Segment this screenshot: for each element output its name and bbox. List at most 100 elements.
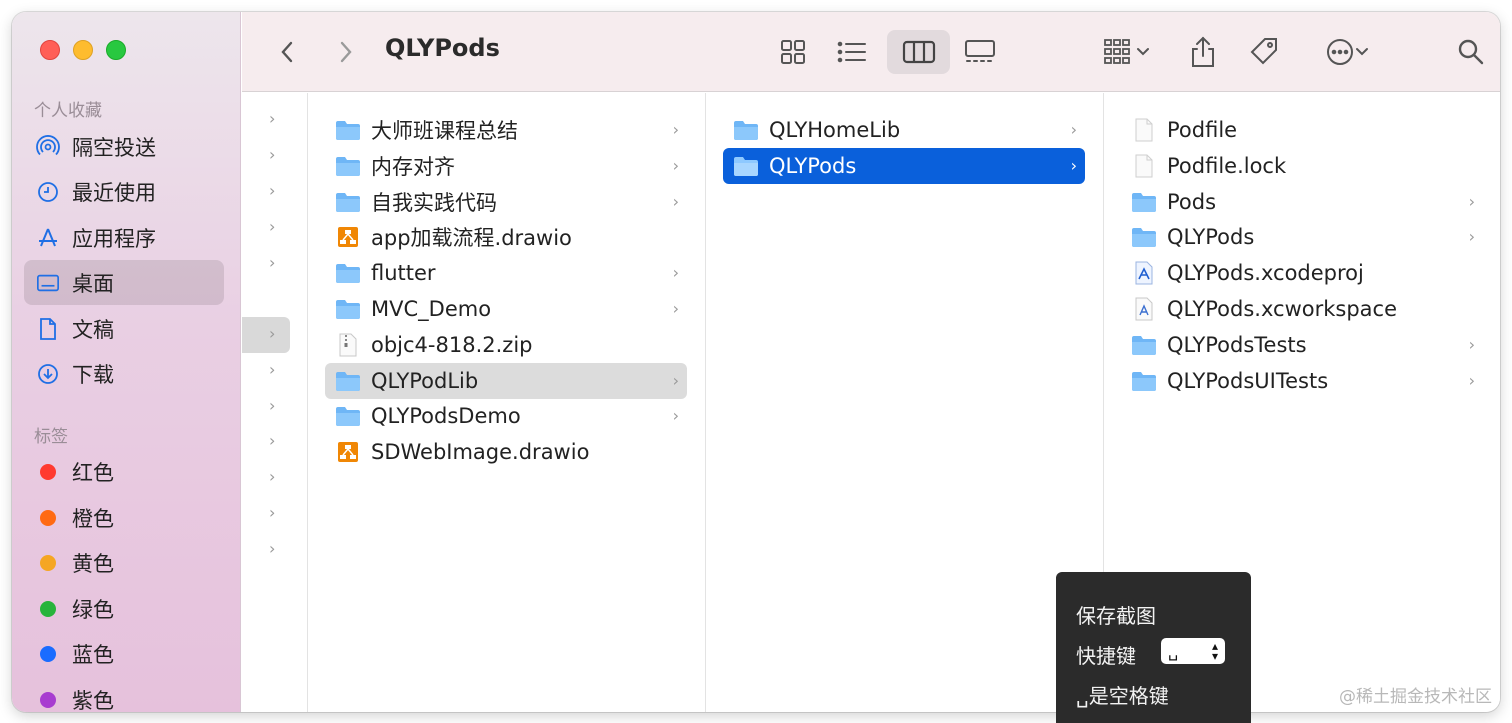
group-by-button[interactable] bbox=[1097, 30, 1157, 74]
sidebar-tag-blue[interactable]: 蓝色 bbox=[24, 631, 224, 676]
item-name: Podfile.lock bbox=[1167, 153, 1287, 178]
selected-row-highlight[interactable] bbox=[242, 317, 290, 353]
sidebar-item-desktop[interactable]: 桌面 bbox=[24, 260, 224, 305]
drawio-file-icon bbox=[335, 226, 361, 248]
shortcut-hint: ␣是空格键 bbox=[1076, 684, 1169, 708]
list-view-button[interactable] bbox=[832, 30, 872, 74]
gallery-icon bbox=[965, 40, 995, 62]
chevron-right-icon: › bbox=[269, 396, 276, 415]
sidebar-item-airdrop[interactable]: 隔空投送 bbox=[24, 124, 224, 169]
up-down-chevron-icon: ▴ ▾ bbox=[1211, 639, 1218, 663]
close-window-button[interactable] bbox=[40, 40, 60, 60]
item-name: 大师班课程总结 bbox=[371, 119, 518, 143]
tag-color-dot bbox=[40, 691, 56, 708]
sidebar-tag-orange[interactable]: 橙色 bbox=[24, 495, 224, 540]
shortcut-select[interactable]: ␣ ▴ ▾ bbox=[1161, 638, 1225, 664]
zoom-window-button[interactable] bbox=[106, 40, 126, 60]
sidebar-item-label: 隔空投送 bbox=[72, 135, 156, 160]
item-name: Pods bbox=[1167, 189, 1217, 214]
item-name: objc4-818.2.zip bbox=[371, 332, 533, 357]
save-screenshot-button[interactable]: 保存截图 bbox=[1076, 600, 1156, 629]
chevron-left-icon bbox=[281, 41, 293, 63]
more-actions-button[interactable] bbox=[1317, 30, 1377, 74]
download-icon bbox=[36, 362, 60, 386]
item-name: QLYPods.xcworkspace bbox=[1167, 297, 1398, 321]
column-3: QLYHomeLib › QLYPods › bbox=[706, 93, 1104, 712]
tag-color-dot bbox=[40, 600, 56, 617]
chevron-right-icon: › bbox=[1070, 120, 1077, 139]
list-item[interactable]: QLYPodsTests › bbox=[1121, 327, 1483, 363]
sidebar-item-applications[interactable]: 应用程序 bbox=[24, 215, 224, 260]
chevron-right-icon: › bbox=[1070, 155, 1077, 175]
list-item[interactable]: QLYPods › bbox=[1121, 219, 1483, 255]
sidebar-tag-green[interactable]: 绿色 bbox=[24, 586, 224, 631]
tag-button[interactable] bbox=[1247, 30, 1281, 74]
minimize-window-button[interactable] bbox=[73, 40, 93, 60]
item-name: QLYPodsDemo bbox=[371, 404, 521, 429]
list-item[interactable]: Podfile.lock bbox=[1121, 148, 1483, 184]
chevron-right-icon: › bbox=[1468, 227, 1475, 247]
list-item[interactable]: QLYPods.xcworkspace bbox=[1121, 291, 1483, 327]
list-item[interactable]: Pods › bbox=[1121, 184, 1483, 220]
list-item[interactable]: QLYHomeLib › bbox=[723, 112, 1085, 148]
item-name: QLYHomeLib bbox=[769, 118, 901, 142]
item-name: MVC_Demo bbox=[371, 297, 492, 321]
folder-icon bbox=[335, 262, 361, 284]
sidebar-tag-label: 黄色 bbox=[72, 551, 114, 576]
sidebar: 个人收藏 隔空投送 最近使用 应用程序 桌面 文稿 下载 标签 红色 橙色 黄色… bbox=[12, 12, 241, 712]
list-item[interactable]: QLYPodLib › bbox=[325, 362, 687, 399]
list-item[interactable]: 内存对齐 › bbox=[325, 148, 687, 184]
list-item[interactable]: QLYPodsDemo › bbox=[325, 398, 687, 434]
list-item[interactable]: Podfile bbox=[1121, 112, 1483, 148]
list-item[interactable]: app加载流程.drawio bbox=[325, 219, 687, 255]
item-name: flutter bbox=[371, 261, 436, 286]
sidebar-tag-yellow[interactable]: 黄色 bbox=[24, 540, 224, 585]
chevron-right-icon: › bbox=[269, 109, 276, 128]
column-view-button[interactable] bbox=[887, 30, 950, 74]
folder-icon bbox=[335, 298, 361, 320]
sidebar-item-recents[interactable]: 最近使用 bbox=[24, 169, 224, 214]
chevron-right-icon: › bbox=[672, 370, 679, 390]
list-item[interactable]: 大师班课程总结 › bbox=[325, 112, 687, 148]
folder-icon bbox=[335, 370, 361, 392]
forward-button[interactable] bbox=[333, 30, 359, 74]
chevron-right-icon: › bbox=[269, 360, 276, 379]
item-name: QLYPodLib bbox=[371, 368, 479, 393]
tag-color-dot bbox=[40, 463, 56, 480]
chevron-right-icon: › bbox=[269, 539, 276, 558]
tag-color-dot bbox=[40, 509, 56, 526]
search-button[interactable] bbox=[1456, 30, 1486, 74]
applications-icon bbox=[36, 226, 60, 250]
list-item[interactable]: QLYPods.xcodeproj bbox=[1121, 255, 1483, 291]
share-button[interactable] bbox=[1188, 30, 1218, 74]
list-item[interactable]: QLYPodsUITests › bbox=[1121, 363, 1483, 399]
sidebar-item-downloads[interactable]: 下载 bbox=[24, 351, 224, 396]
list-item[interactable]: 自我实践代码 › bbox=[325, 184, 687, 220]
file-icon bbox=[1131, 118, 1157, 142]
back-button[interactable] bbox=[274, 30, 300, 74]
folder-icon bbox=[335, 191, 361, 213]
chevron-down-icon bbox=[1356, 48, 1368, 56]
folder-icon bbox=[1131, 191, 1157, 213]
group-icon bbox=[1104, 39, 1130, 64]
list-item[interactable]: MVC_Demo › bbox=[325, 291, 687, 327]
chevron-right-icon: › bbox=[672, 191, 679, 211]
list-item[interactable]: flutter › bbox=[325, 255, 687, 291]
screenshot-popup: 保存截图 快捷键 ␣ ▴ ▾ ␣是空格键 bbox=[1056, 572, 1251, 723]
list-item[interactable]: SDWebImage.drawio bbox=[325, 434, 687, 470]
icon-view-button[interactable] bbox=[775, 30, 811, 74]
sidebar-item-documents[interactable]: 文稿 bbox=[24, 306, 224, 351]
sidebar-tag-purple[interactable]: 紫色 bbox=[24, 677, 224, 712]
drawio-file-icon bbox=[335, 441, 361, 463]
item-name: QLYPodsTests bbox=[1167, 332, 1307, 357]
sidebar-tag-red[interactable]: 红色 bbox=[24, 449, 224, 494]
sidebar-tag-label: 红色 bbox=[72, 460, 114, 485]
favorites-section-title: 个人收藏 bbox=[34, 101, 102, 121]
gallery-view-button[interactable] bbox=[960, 30, 1000, 74]
folder-icon bbox=[335, 405, 361, 427]
list-item[interactable]: QLYPods › bbox=[723, 147, 1085, 184]
folder-icon bbox=[733, 119, 759, 141]
list-item[interactable]: objc4-818.2.zip bbox=[325, 327, 687, 363]
search-icon bbox=[1458, 39, 1484, 65]
item-name: SDWebImage.drawio bbox=[371, 440, 590, 465]
